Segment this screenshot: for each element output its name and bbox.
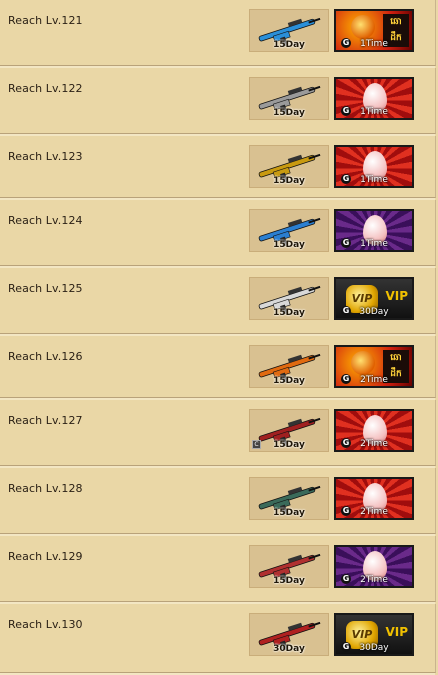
weapon-reward-slot[interactable]: 15Day xyxy=(249,477,329,520)
weapon-duration: 15Day xyxy=(273,440,305,450)
level-requirement-label: Reach Lv.127 xyxy=(8,414,83,427)
weapon-duration: 15Day xyxy=(273,308,305,318)
weapon-duration: 15Day xyxy=(273,176,305,186)
level-requirement-label: Reach Lv.123 xyxy=(8,150,83,163)
reward-row: Reach Lv.126 15Day ឆោ ដឹក G 2Time xyxy=(0,336,436,400)
bonus-reward-slot[interactable]: G 2Time xyxy=(334,477,414,520)
weapon-duration: 15Day xyxy=(273,508,305,518)
reward-duration: 1Time xyxy=(360,175,388,185)
vip-label: VIP xyxy=(385,625,408,639)
bonus-reward-slot[interactable]: VIP VIP G 30Day xyxy=(334,277,414,320)
reward-row: Reach Lv.125 15Day VIP VIP G 30Day xyxy=(0,268,436,336)
weapon-reward-slot[interactable]: 15Day xyxy=(249,277,329,320)
weapon-duration: 30Day xyxy=(273,644,305,654)
reward-duration: 2Time xyxy=(360,375,388,385)
weapon-reward-slot[interactable]: C 15Day xyxy=(249,409,329,452)
level-requirement-label: Reach Lv.125 xyxy=(8,282,83,295)
level-requirement-label: Reach Lv.129 xyxy=(8,550,83,563)
weapon-duration: 15Day xyxy=(273,108,305,118)
bonus-reward-slot[interactable]: G 1Time xyxy=(334,77,414,120)
reward-duration: 30Day xyxy=(359,307,389,317)
level-requirement-label: Reach Lv.124 xyxy=(8,214,83,227)
weapon-reward-slot[interactable]: 30Day xyxy=(249,613,329,656)
weapon-duration: 15Day xyxy=(273,40,305,50)
reward-duration: 2Time xyxy=(360,439,388,449)
weapon-duration: 15Day xyxy=(273,576,305,586)
level-requirement-label: Reach Lv.121 xyxy=(8,14,83,27)
reward-duration: 2Time xyxy=(360,575,388,585)
bonus-reward-slot[interactable]: G 2Time xyxy=(334,545,414,588)
vip-label: VIP xyxy=(385,289,408,303)
mystery-box-icon xyxy=(351,351,375,375)
mystery-box-icon xyxy=(351,15,375,39)
reward-row: Reach Lv.129 15Day G 2Time xyxy=(0,536,436,604)
bonus-reward-slot[interactable]: VIP VIP G 30Day xyxy=(334,613,414,656)
weapon-duration: 15Day xyxy=(273,376,305,386)
weapon-duration: 15Day xyxy=(273,240,305,250)
bonus-reward-slot[interactable]: ឆោ ដឹក G 2Time xyxy=(334,345,414,388)
weapon-reward-slot[interactable]: 15Day xyxy=(249,77,329,120)
bonus-reward-slot[interactable]: ឆោ ដឹក G 1Time xyxy=(334,9,414,52)
reward-duration: 2Time xyxy=(360,507,388,517)
reward-row: Reach Lv.121 15Day ឆោ ដឹក G 1Time xyxy=(0,0,436,68)
level-reward-list: Reach Lv.121 15Day ឆោ ដឹក G 1Time Reach Lv.1… xyxy=(0,0,438,675)
reward-duration: 1Time xyxy=(360,239,388,249)
level-requirement-label: Reach Lv.126 xyxy=(8,350,83,363)
weapon-reward-slot[interactable]: 15Day xyxy=(249,345,329,388)
reward-row: Reach Lv.122 15Day G 1Time xyxy=(0,68,436,136)
reward-row: Reach Lv.123 15Day G 1Time xyxy=(0,136,436,200)
bonus-reward-slot[interactable]: G 1Time xyxy=(334,209,414,252)
level-requirement-label: Reach Lv.128 xyxy=(8,482,83,495)
reward-row: Reach Lv.128 15Day G 2Time xyxy=(0,468,436,536)
reward-row: Reach Lv.124 15Day G 1Time xyxy=(0,200,436,268)
bonus-reward-slot[interactable]: G 2Time xyxy=(334,409,414,452)
reward-duration: 1Time xyxy=(360,107,388,117)
bonus-reward-slot[interactable]: G 1Time xyxy=(334,145,414,188)
weapon-reward-slot[interactable]: 15Day xyxy=(249,209,329,252)
weapon-reward-slot[interactable]: 15Day xyxy=(249,545,329,588)
weapon-reward-slot[interactable]: 15Day xyxy=(249,9,329,52)
reward-row: Reach Lv.127 C 15Day G 2Time xyxy=(0,400,436,468)
reward-duration: 30Day xyxy=(359,643,389,653)
weapon-reward-slot[interactable]: 15Day xyxy=(249,145,329,188)
level-requirement-label: Reach Lv.130 xyxy=(8,618,83,631)
reward-row: Reach Lv.130 30Day VIP VIP G 30Day xyxy=(0,604,436,675)
reward-duration: 1Time xyxy=(360,39,388,49)
level-requirement-label: Reach Lv.122 xyxy=(8,82,83,95)
